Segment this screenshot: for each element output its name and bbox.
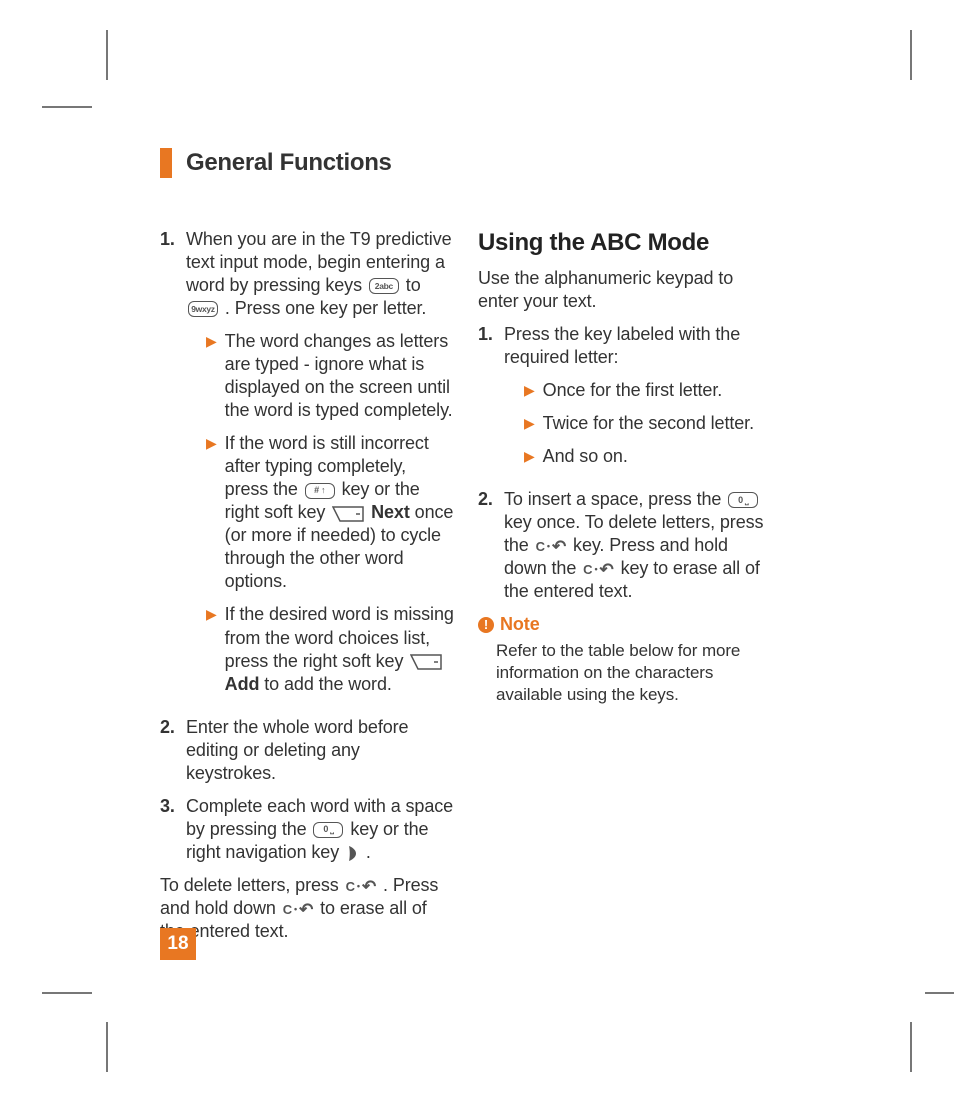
- step-1: 1. When you are in the T9 predictive tex…: [160, 228, 454, 706]
- substep-text: If the word is still incorrect after typ…: [225, 432, 454, 593]
- cropmark: [925, 992, 954, 994]
- step-body: Press the key labeled with the required …: [504, 323, 772, 478]
- page-number: 18: [160, 928, 196, 960]
- step-number: 1.: [478, 323, 496, 478]
- cropmark: [910, 30, 912, 80]
- key-0-icon: 0 ⎵: [313, 822, 343, 838]
- substep-text: Twice for the second letter.: [543, 412, 772, 435]
- softkey-label: Next: [371, 502, 410, 522]
- right-softkey-icon: [410, 654, 442, 670]
- paragraph: Use the alphanumeric keypad to enter you…: [478, 267, 772, 313]
- key-0-icon: 0 ⎵: [728, 492, 758, 508]
- softkey-label: Add: [225, 674, 260, 694]
- step-number: 2.: [160, 716, 178, 785]
- step-number: 2.: [478, 488, 496, 603]
- clear-key-icon: C•↶: [583, 561, 614, 578]
- key-9-icon: 9wxyz: [188, 301, 218, 317]
- cropmark: [42, 992, 92, 994]
- note-icon: !: [478, 617, 494, 633]
- bullet-arrow-icon: ▶: [206, 607, 217, 695]
- cropmark: [106, 30, 108, 80]
- right-column: Using the ABC Mode Use the alphanumeric …: [478, 228, 772, 953]
- cropmark: [42, 106, 92, 108]
- bullet-arrow-icon: ▶: [206, 436, 217, 593]
- step-number: 1.: [160, 228, 178, 706]
- step-text: To insert a space, press the 0 ⎵ key onc…: [504, 488, 772, 603]
- bullet-arrow-icon: ▶: [524, 416, 535, 435]
- cropmark: [910, 1022, 912, 1072]
- step-text: Complete each word with a space by press…: [186, 795, 454, 864]
- substep-text: If the desired word is missing from the …: [225, 603, 454, 695]
- bullet-arrow-icon: ▶: [524, 449, 535, 468]
- substep: ▶ Once for the first letter.: [524, 379, 772, 402]
- clear-key-icon: C•↶: [283, 901, 314, 918]
- key-hash-icon: # ↑: [305, 483, 335, 499]
- header-accent-bar: [160, 148, 172, 178]
- bullet-arrow-icon: ▶: [524, 383, 535, 402]
- substep: ▶ The word changes as letters are typed …: [206, 330, 454, 422]
- note-label: Note: [500, 613, 540, 636]
- step-text: to: [406, 275, 421, 295]
- note-body: Refer to the table below for more inform…: [496, 640, 772, 706]
- clear-key-icon: C•↶: [346, 878, 377, 895]
- substep: ▶ If the word is still incorrect after t…: [206, 432, 454, 593]
- step-text: Enter the whole word before editing or d…: [186, 716, 454, 785]
- substep-text: The word changes as letters are typed - …: [225, 330, 454, 422]
- section-header: General Functions: [160, 148, 392, 178]
- nav-right-icon: [345, 844, 360, 863]
- header-title: General Functions: [186, 149, 392, 177]
- substep-text: And so on.: [543, 445, 772, 468]
- step-text: Press the key labeled with the required …: [504, 324, 740, 367]
- paragraph: To delete letters, press C•↶ . Press and…: [160, 874, 454, 943]
- step-1: 1. Press the key labeled with the requir…: [478, 323, 772, 478]
- step-text: . Press one key per letter.: [225, 298, 426, 318]
- clear-key-icon: C•↶: [536, 538, 567, 555]
- substep: ▶ Twice for the second letter.: [524, 412, 772, 435]
- substep-text: Once for the first letter.: [543, 379, 772, 402]
- substep: ▶ If the desired word is missing from th…: [206, 603, 454, 695]
- step-3: 3. Complete each word with a space by pr…: [160, 795, 454, 864]
- cropmark: [106, 1022, 108, 1072]
- step-number: 3.: [160, 795, 178, 864]
- note-header: ! Note: [478, 613, 772, 636]
- right-softkey-icon: [332, 506, 364, 522]
- bullet-arrow-icon: ▶: [206, 334, 217, 422]
- substep: ▶ And so on.: [524, 445, 772, 468]
- step-2: 2. Enter the whole word before editing o…: [160, 716, 454, 785]
- left-column: 1. When you are in the T9 predictive tex…: [160, 228, 454, 953]
- key-2-icon: 2abc: [369, 278, 399, 294]
- step-body: When you are in the T9 predictive text i…: [186, 228, 454, 706]
- subsection-title: Using the ABC Mode: [478, 228, 772, 259]
- step-2: 2. To insert a space, press the 0 ⎵ key …: [478, 488, 772, 603]
